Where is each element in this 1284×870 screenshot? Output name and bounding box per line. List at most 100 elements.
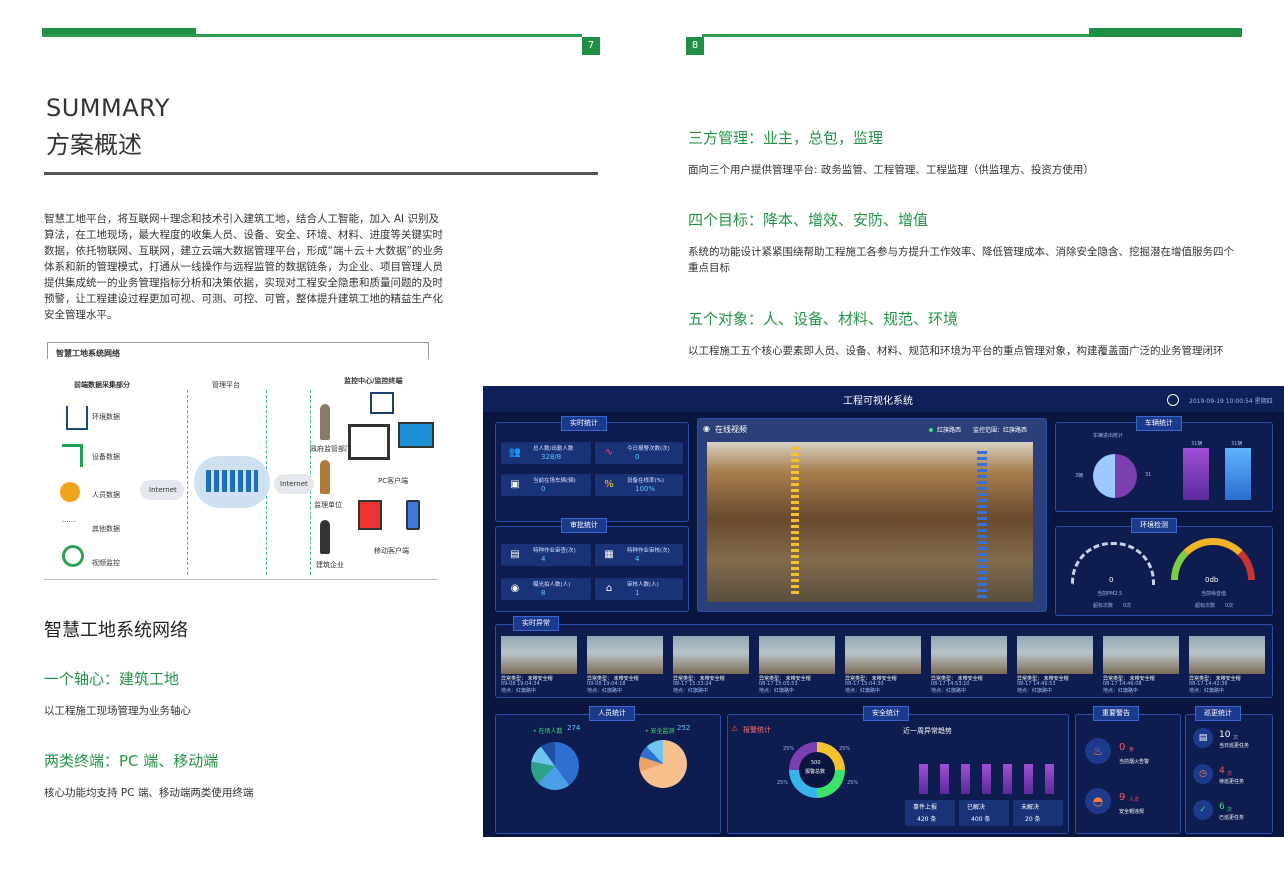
anomaly-thumbnail[interactable] (1017, 636, 1093, 674)
clock-icon: ◷ (1193, 764, 1213, 784)
trend-bar (1003, 764, 1012, 794)
pc-monitor-icon (348, 424, 390, 460)
trend-title: 近一周异常趋势 (903, 727, 952, 735)
tile-special-audit: ▦ 特种作业审核(次) 4 (595, 544, 683, 566)
trend-bar (1024, 764, 1033, 794)
trend-bar (1045, 764, 1054, 794)
percent-icon: % (604, 479, 614, 490)
vehicle-bar-b-label: 31辆 (1231, 441, 1243, 447)
anomaly-thumbnail[interactable] (1189, 636, 1265, 674)
anomaly-thumbnail[interactable] (1103, 636, 1179, 674)
patrol-done-name: 已巡更任务 (1219, 815, 1245, 821)
section-three-text: 面向三个用户提供管理平台: 政务监管、工程管理、工程监理（供监理方、投资方使用） (688, 164, 1094, 176)
safety-count-value: 400 条 (971, 816, 991, 823)
phone-icon (406, 500, 420, 530)
tile-label: 今日报警次数(次) (627, 446, 670, 452)
trend-bar (940, 764, 949, 794)
tile-vehicles: ▣ 当前在场车辆(辆) 0 (501, 474, 591, 496)
tag-realtime: 实时统计 (561, 416, 607, 431)
section-four-text: 系统的功能设计紧紧围绕帮助工程施工各参与方提升工作效率、降低管理成本、消除安全隐… (688, 246, 1234, 274)
video-status-dot (929, 428, 933, 432)
doc-icon: ▦ (604, 549, 614, 560)
pulse-icon: ∿ (604, 447, 614, 458)
source-environment: 环境数据 (92, 413, 120, 421)
camera-icon (62, 545, 84, 567)
tile-reviewers: ⌂ 审核人数(人) 1 (595, 578, 683, 600)
summary-title-cn: 方案概述 (46, 131, 142, 159)
section-four-title: 四个目标：降本、增效、安防、增值 (688, 211, 929, 229)
tile-label: 审核人数(人) (627, 582, 659, 588)
camera-icon: ◉ (510, 583, 520, 594)
noise-value: 0db (1205, 576, 1219, 584)
diagram-bottom-line (44, 579, 438, 580)
anomaly-thumbnail[interactable] (931, 636, 1007, 674)
tile-value: 4 (541, 555, 546, 563)
tile-label: 特种作业审查(次) (533, 548, 576, 554)
anomaly-location: 地点：红旗路中 (845, 688, 881, 694)
noise-exceed-val: 0次 (1225, 603, 1234, 609)
warning-helmet-value: 9 (1119, 792, 1126, 803)
anomaly-location: 地点：红旗路中 (1017, 688, 1053, 694)
patrol-pending-unit: 次 (1227, 771, 1233, 777)
video-status: 红旗路西 (937, 427, 962, 434)
vehicle-pie (1093, 454, 1137, 498)
chart-monitor-icon (370, 392, 394, 414)
helmet-icon: ◓ (1085, 788, 1111, 814)
tile-value: 0 (635, 453, 640, 461)
fire-icon: ♨ (1085, 738, 1111, 764)
safety-count-value: 420 条 (917, 816, 937, 823)
diagram-title: 智慧工地系统网络 (56, 349, 120, 358)
anomaly-thumbnail[interactable] (501, 636, 577, 674)
form-icon: ▤ (510, 549, 520, 560)
in-site-value: 274 (567, 724, 581, 732)
section-axis-title: 一个轴心：建筑工地 (44, 670, 180, 688)
anomaly-thumbnail[interactable] (845, 636, 921, 674)
divider-1 (187, 390, 188, 575)
network-diagram: 智慧工地系统网络 前端数据采集部分 管理平台 监控中心/监控终端 环境数据 设备… (44, 340, 438, 580)
patrol-done-value: 6 (1219, 802, 1225, 812)
source-video: 视频监控 (92, 559, 120, 567)
vehicle-bar-a (1183, 448, 1209, 500)
vehicle-bar-b (1225, 448, 1251, 500)
anomaly-location: 地点：红旗路中 (501, 688, 537, 694)
tag-patrol: 巡更统计 (1195, 706, 1241, 721)
panel-personnel (495, 714, 721, 834)
server-cluster-icon (206, 470, 258, 492)
tile-value: 328/8 (541, 453, 562, 461)
patrol-done-unit: 次 (1227, 807, 1233, 813)
tablet-icon (358, 500, 382, 530)
vehicle-slice-b: 31 (1145, 472, 1152, 478)
page-number-right: 8 (686, 37, 704, 55)
warning-fire-value: 0 (1119, 742, 1126, 753)
safety-monitor-label: • 安全监测 (645, 728, 675, 735)
anomaly-thumbnail[interactable] (587, 636, 663, 674)
patrol-today-name: 当日巡更任务 (1219, 743, 1250, 749)
tag-anomaly: 实时异常 (513, 616, 559, 631)
crane-icon (62, 444, 83, 467)
tag-environment: 环境检测 (1131, 518, 1177, 533)
tile-value: 0 (541, 485, 546, 493)
trend-bar (919, 764, 928, 794)
video-range: 监控范围：红旗路西 (973, 427, 1028, 434)
tag-personnel: 人员统计 (589, 706, 635, 721)
dashboard-title: 工程可视化系统 (843, 396, 913, 407)
enterprise-person-icon (320, 520, 330, 554)
tag-safety: 安全统计 (863, 706, 909, 721)
anomaly-thumbnail[interactable] (759, 636, 835, 674)
pm25-exceed-val: 0次 (1123, 603, 1132, 609)
trend-bar (961, 764, 970, 794)
tag-vehicle: 车辆统计 (1136, 416, 1182, 431)
tile-total-people: 👥 总人数/出勤人数 328/8 (501, 442, 591, 464)
summary-underline (44, 172, 598, 175)
pm25-name: 当前PM2.5 (1097, 591, 1123, 597)
anomaly-thumbnail[interactable] (673, 636, 749, 674)
source-other: 其他数据 (92, 525, 120, 533)
section-five-title: 五个对象：人、设备、材料、规范、环境 (688, 310, 959, 328)
donut-pct-3: 25% (847, 780, 859, 786)
dashboard-datetime: 2019-09-19 10:00:54 星期四 (1189, 398, 1273, 405)
tile-exposure: ◉ 曝光拍人数(人) 8 (501, 578, 591, 600)
dashboard-screenshot: 工程可视化系统 2019-09-19 10:00:54 星期四 实时统计 👥 总… (483, 386, 1284, 837)
vehicle-bar-a-label: 31辆 (1191, 441, 1203, 447)
anomaly-location: 地点：红旗路中 (759, 688, 795, 694)
source-device: 设备数据 (92, 453, 120, 461)
